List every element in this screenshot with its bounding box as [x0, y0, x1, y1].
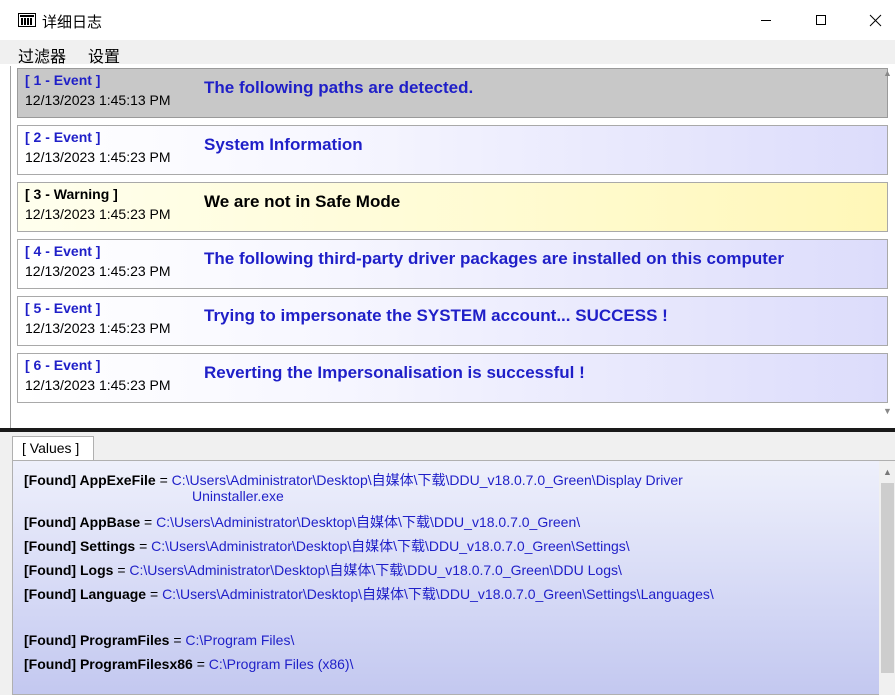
event-message: We are not in Safe Mode — [204, 192, 401, 211]
value-key: [Found] ProgramFiles — [24, 632, 170, 648]
event-time: 12/13/2023 1:45:23 PM — [25, 263, 171, 279]
value-line: [Found] Language = C:\Users\Administrato… — [24, 584, 714, 604]
event-time: 12/13/2023 1:45:23 PM — [25, 149, 171, 165]
value-equals: = — [139, 538, 148, 554]
event-row[interactable]: [ 2 - Event ] 12/13/2023 1:45:23 PM Syst… — [17, 125, 888, 175]
scroll-up-icon[interactable]: ▲ — [883, 467, 892, 477]
value-key: [Found] Settings — [24, 538, 136, 554]
scrollbar-thumb[interactable] — [881, 483, 894, 673]
value-equals: = — [173, 632, 182, 648]
event-time: 12/13/2023 1:45:13 PM — [25, 92, 171, 108]
event-list-scrollbar[interactable]: ▲ ▼ — [881, 66, 895, 428]
values-panel: [ Values ] [Found] AppExeFile = C:\Users… — [0, 432, 895, 695]
event-tag: [ 4 - Event ] — [25, 243, 101, 259]
value-line: [Found] AppExeFile = C:\Users\Administra… — [24, 470, 683, 490]
value-key: [Found] Language — [24, 586, 147, 602]
menu-bar: 过滤器 设置 — [0, 40, 895, 67]
value-equals: = — [149, 586, 159, 602]
menu-settings[interactable]: 设置 — [88, 43, 120, 67]
event-tag: [ 1 - Event ] — [25, 72, 101, 88]
minimize-button[interactable] — [743, 0, 789, 40]
window-title: 详细日志 — [42, 14, 103, 31]
value-key: [Found] Logs — [24, 562, 114, 578]
event-message: The following paths are detected. — [204, 78, 474, 97]
event-tag: [ 2 - Event ] — [25, 129, 101, 145]
value-equals: = — [196, 656, 205, 672]
menu-filter[interactable]: 过滤器 — [18, 43, 66, 67]
value-line: [Found] Logs = C:\Users\Administrator\De… — [24, 560, 622, 580]
value-equals: = — [117, 562, 126, 578]
event-tag: [ 6 - Event ] — [25, 357, 101, 373]
values-scrollbar[interactable]: ▲ — [879, 461, 895, 695]
event-row[interactable]: [ 4 - Event ] 12/13/2023 1:45:23 PM The … — [17, 239, 888, 289]
event-time: 12/13/2023 1:45:23 PM — [25, 320, 171, 336]
event-row[interactable]: [ 3 - Warning ] 12/13/2023 1:45:23 PM We… — [17, 182, 888, 232]
app-icon — [18, 13, 36, 27]
value-path: C:\Users\Administrator\Desktop\自媒体\下载\DD… — [162, 586, 714, 602]
value-equals: = — [159, 472, 168, 488]
value-line: [Found] ProgramFilesx86 = C:\Program Fil… — [24, 656, 353, 672]
value-equals: = — [144, 514, 153, 530]
value-path: C:\Program Files\ — [185, 632, 295, 648]
event-message: System Information — [204, 135, 363, 154]
scroll-up-icon[interactable]: ▲ — [883, 68, 892, 78]
value-path: C:\Users\Administrator\Desktop\自媒体\下载\DD… — [129, 562, 622, 578]
event-message: Trying to impersonate the SYSTEM account… — [204, 306, 668, 325]
minimize-icon — [761, 20, 771, 21]
value-path-continuation: Uninstaller.exe — [192, 488, 284, 504]
event-message: Reverting the Impersonalisation is succe… — [204, 363, 585, 382]
maximize-icon — [816, 15, 826, 25]
event-time: 12/13/2023 1:45:23 PM — [25, 377, 171, 393]
event-row[interactable]: [ 1 - Event ] 12/13/2023 1:45:13 PM The … — [17, 68, 888, 118]
event-row[interactable]: [ 6 - Event ] 12/13/2023 1:45:23 PM Reve… — [17, 353, 888, 403]
value-path: C:\Users\Administrator\Desktop\自媒体\下载\DD… — [171, 472, 683, 488]
event-time: 12/13/2023 1:45:23 PM — [25, 206, 171, 222]
tab-values[interactable]: [ Values ] — [12, 436, 94, 460]
title-bar: 详细日志 — [0, 0, 895, 40]
value-line: [Found] Settings = C:\Users\Administrato… — [24, 536, 630, 556]
value-path: C:\Users\Administrator\Desktop\自媒体\下载\DD… — [156, 514, 581, 530]
event-tag: [ 5 - Event ] — [25, 300, 101, 316]
scroll-down-icon[interactable]: ▼ — [883, 406, 892, 416]
values-content: [Found] AppExeFile = C:\Users\Administra… — [12, 460, 895, 695]
event-tag: [ 3 - Warning ] — [25, 186, 118, 202]
event-message: The following third-party driver package… — [204, 249, 785, 268]
event-list: [ 1 - Event ] 12/13/2023 1:45:13 PM The … — [10, 66, 895, 428]
event-row[interactable]: [ 5 - Event ] 12/13/2023 1:45:23 PM Tryi… — [17, 296, 888, 346]
value-line: [Found] AppBase = C:\Users\Administrator… — [24, 512, 580, 532]
value-path: C:\Users\Administrator\Desktop\自媒体\下载\DD… — [151, 538, 630, 554]
maximize-button[interactable] — [798, 0, 844, 40]
close-button[interactable] — [852, 0, 895, 40]
value-key: [Found] ProgramFilesx86 — [24, 656, 193, 672]
value-key: [Found] AppBase — [24, 514, 141, 530]
close-icon — [869, 14, 881, 26]
value-line: [Found] ProgramFiles = C:\Program Files\ — [24, 632, 294, 648]
value-path: C:\Program Files (x86)\ — [208, 656, 354, 672]
value-key: [Found] AppExeFile — [24, 472, 156, 488]
